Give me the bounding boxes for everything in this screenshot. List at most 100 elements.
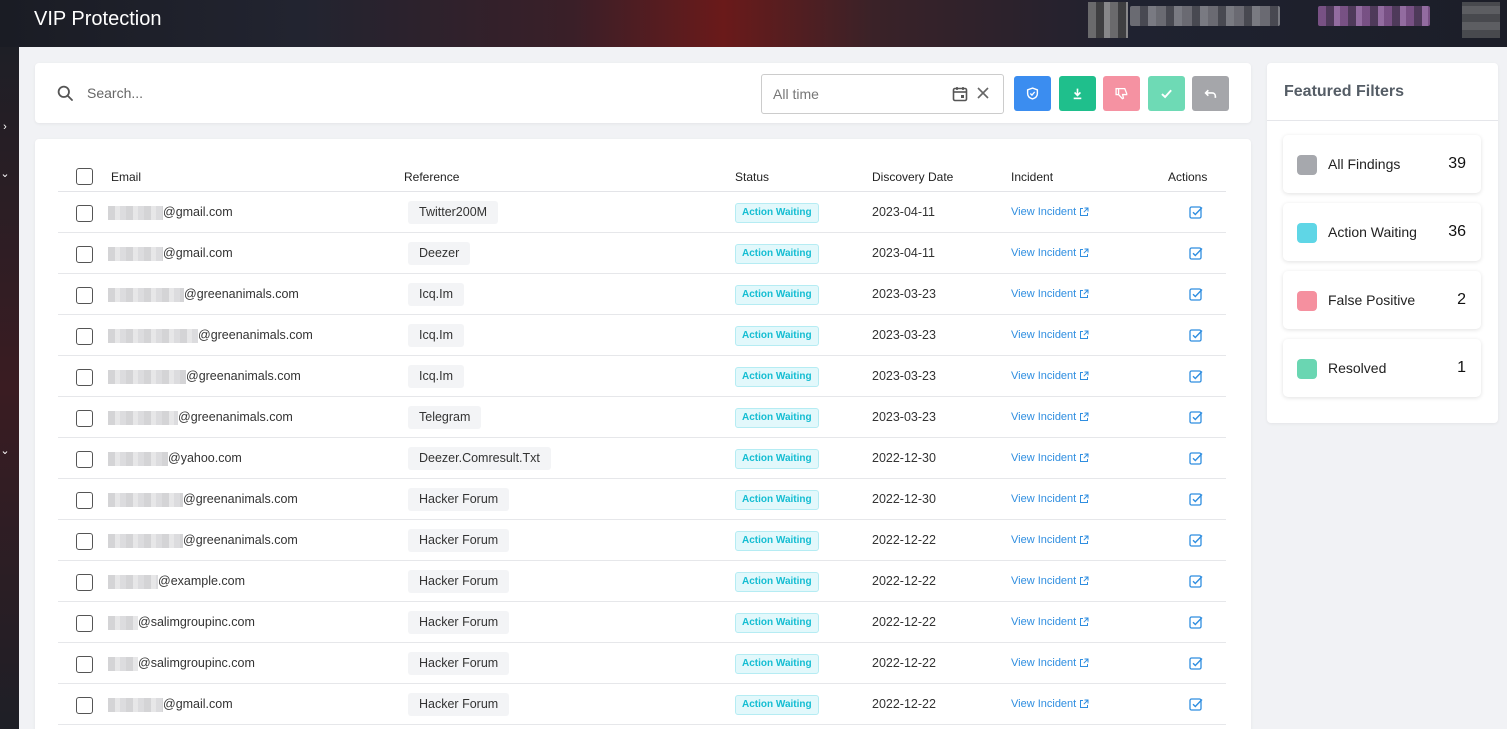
search-input[interactable] (87, 80, 727, 106)
table-row[interactable]: @yahoo.com Deezer.Comresult.Txt Action W… (58, 438, 1226, 479)
row-checkbox[interactable] (76, 410, 93, 427)
edit-action-icon[interactable] (1189, 574, 1203, 588)
row-checkbox[interactable] (76, 451, 93, 468)
status-badge: Action Waiting (735, 695, 819, 715)
discovery-date: 2023-03-23 (872, 410, 936, 424)
header-discovery-date[interactable]: Discovery Date (872, 170, 953, 184)
status-badge: Action Waiting (735, 203, 819, 223)
edit-action-icon[interactable] (1189, 369, 1203, 383)
external-link-icon (1080, 453, 1089, 462)
view-incident-link[interactable]: View Incident (1011, 657, 1089, 669)
status-badge: Action Waiting (735, 654, 819, 674)
date-range-input[interactable] (773, 84, 943, 104)
filter-item-false-positive[interactable]: False Positive 2 (1283, 271, 1481, 329)
view-incident-link[interactable]: View Incident (1011, 698, 1089, 710)
header-incident[interactable]: Incident (1011, 170, 1053, 184)
edit-action-icon[interactable] (1189, 287, 1203, 301)
download-button[interactable] (1059, 76, 1096, 111)
filter-item-all-findings[interactable]: All Findings 39 (1283, 135, 1481, 193)
filter-item-resolved[interactable]: Resolved 1 (1283, 339, 1481, 397)
header-email[interactable]: Email (111, 170, 141, 184)
edit-action-icon[interactable] (1189, 205, 1203, 219)
divider (1267, 120, 1498, 121)
clear-icon[interactable] (976, 86, 990, 100)
status-badge: Action Waiting (735, 408, 819, 428)
row-checkbox[interactable] (76, 574, 93, 591)
edit-action-icon[interactable] (1189, 492, 1203, 506)
edit-action-icon[interactable] (1189, 328, 1203, 342)
chevron-down-icon[interactable]: ⌄ (0, 444, 10, 457)
discovery-date: 2023-03-23 (872, 328, 936, 342)
search-icon (57, 85, 73, 101)
filter-color-swatch (1297, 359, 1317, 379)
external-link-icon (1080, 207, 1089, 216)
header-reference[interactable]: Reference (404, 170, 459, 184)
table-row[interactable]: @greenanimals.com Icq.Im Action Waiting … (58, 356, 1226, 397)
avatar[interactable] (1088, 2, 1128, 38)
table-row[interactable]: @greenanimals.com Icq.Im Action Waiting … (58, 274, 1226, 315)
view-incident-link[interactable]: View Incident (1011, 616, 1089, 628)
table-row[interactable]: @greenanimals.com Telegram Action Waitin… (58, 397, 1226, 438)
user-role-redacted[interactable] (1318, 6, 1430, 26)
view-incident-link[interactable]: View Incident (1011, 206, 1089, 218)
row-checkbox[interactable] (76, 328, 93, 345)
date-range-field[interactable] (761, 74, 1004, 114)
row-checkbox[interactable] (76, 287, 93, 304)
view-incident-link[interactable]: View Incident (1011, 575, 1089, 587)
email-cell: @gmail.com (108, 697, 233, 712)
calendar-icon[interactable] (952, 86, 968, 102)
table-row[interactable]: @example.com Hacker Forum Action Waiting… (58, 561, 1226, 602)
view-incident-link[interactable]: View Incident (1011, 329, 1089, 341)
view-incident-link[interactable]: View Incident (1011, 370, 1089, 382)
user-menu-icon[interactable] (1462, 2, 1500, 38)
select-all-checkbox[interactable] (76, 168, 93, 185)
table-row[interactable]: @gmail.com Hacker Forum Action Waiting 2… (58, 684, 1226, 725)
row-checkbox[interactable] (76, 533, 93, 550)
table-row[interactable]: @salimgroupinc.com Hacker Forum Action W… (58, 602, 1226, 643)
view-incident-link[interactable]: View Incident (1011, 288, 1089, 300)
filter-item-action-waiting[interactable]: Action Waiting 36 (1283, 203, 1481, 261)
edit-action-icon[interactable] (1189, 533, 1203, 547)
email-domain: @greenanimals.com (183, 533, 298, 547)
table-row[interactable]: @greenanimals.com Icq.Im Action Waiting … (58, 315, 1226, 356)
false-positive-button[interactable] (1103, 76, 1140, 111)
email-domain: @greenanimals.com (186, 369, 301, 383)
edit-action-icon[interactable] (1189, 615, 1203, 629)
shield-button[interactable] (1014, 76, 1051, 111)
row-checkbox[interactable] (76, 492, 93, 509)
row-checkbox[interactable] (76, 615, 93, 632)
edit-action-icon[interactable] (1189, 697, 1203, 711)
chevron-down-icon[interactable]: ⌄ (0, 167, 10, 180)
table-row[interactable]: @salimgroupinc.com Hacker Forum Action W… (58, 643, 1226, 684)
view-incident-link[interactable]: View Incident (1011, 247, 1089, 259)
user-name-redacted[interactable] (1130, 6, 1280, 26)
chevron-right-icon[interactable]: › (0, 121, 10, 133)
external-link-icon (1080, 617, 1089, 626)
table-row[interactable]: @gmail.com Twitter200M Action Waiting 20… (58, 192, 1226, 233)
table-row[interactable]: @greenanimals.com Hacker Forum Action Wa… (58, 520, 1226, 561)
table-row[interactable]: @gmail.com Deezer Action Waiting 2023-04… (58, 233, 1226, 274)
row-checkbox[interactable] (76, 246, 93, 263)
edit-action-icon[interactable] (1189, 451, 1203, 465)
header-status[interactable]: Status (735, 170, 769, 184)
view-incident-link[interactable]: View Incident (1011, 493, 1089, 505)
email-domain: @greenanimals.com (178, 410, 293, 424)
row-checkbox[interactable] (76, 697, 93, 714)
row-checkbox[interactable] (76, 656, 93, 673)
row-checkbox[interactable] (76, 369, 93, 386)
view-incident-link[interactable]: View Incident (1011, 411, 1089, 423)
edit-action-icon[interactable] (1189, 656, 1203, 670)
view-incident-link[interactable]: View Incident (1011, 452, 1089, 464)
resolve-button[interactable] (1148, 76, 1185, 111)
view-incident-label: View Incident (1011, 493, 1077, 505)
undo-button[interactable] (1192, 76, 1229, 111)
view-incident-link[interactable]: View Incident (1011, 534, 1089, 546)
edit-action-icon[interactable] (1189, 246, 1203, 260)
status-badge: Action Waiting (735, 572, 819, 592)
row-checkbox[interactable] (76, 205, 93, 222)
filter-color-swatch (1297, 155, 1317, 175)
table-row[interactable]: @greenanimals.com Hacker Forum Action Wa… (58, 479, 1226, 520)
edit-action-icon[interactable] (1189, 410, 1203, 424)
redacted-email-user (108, 451, 168, 466)
status-badge: Action Waiting (735, 367, 819, 387)
